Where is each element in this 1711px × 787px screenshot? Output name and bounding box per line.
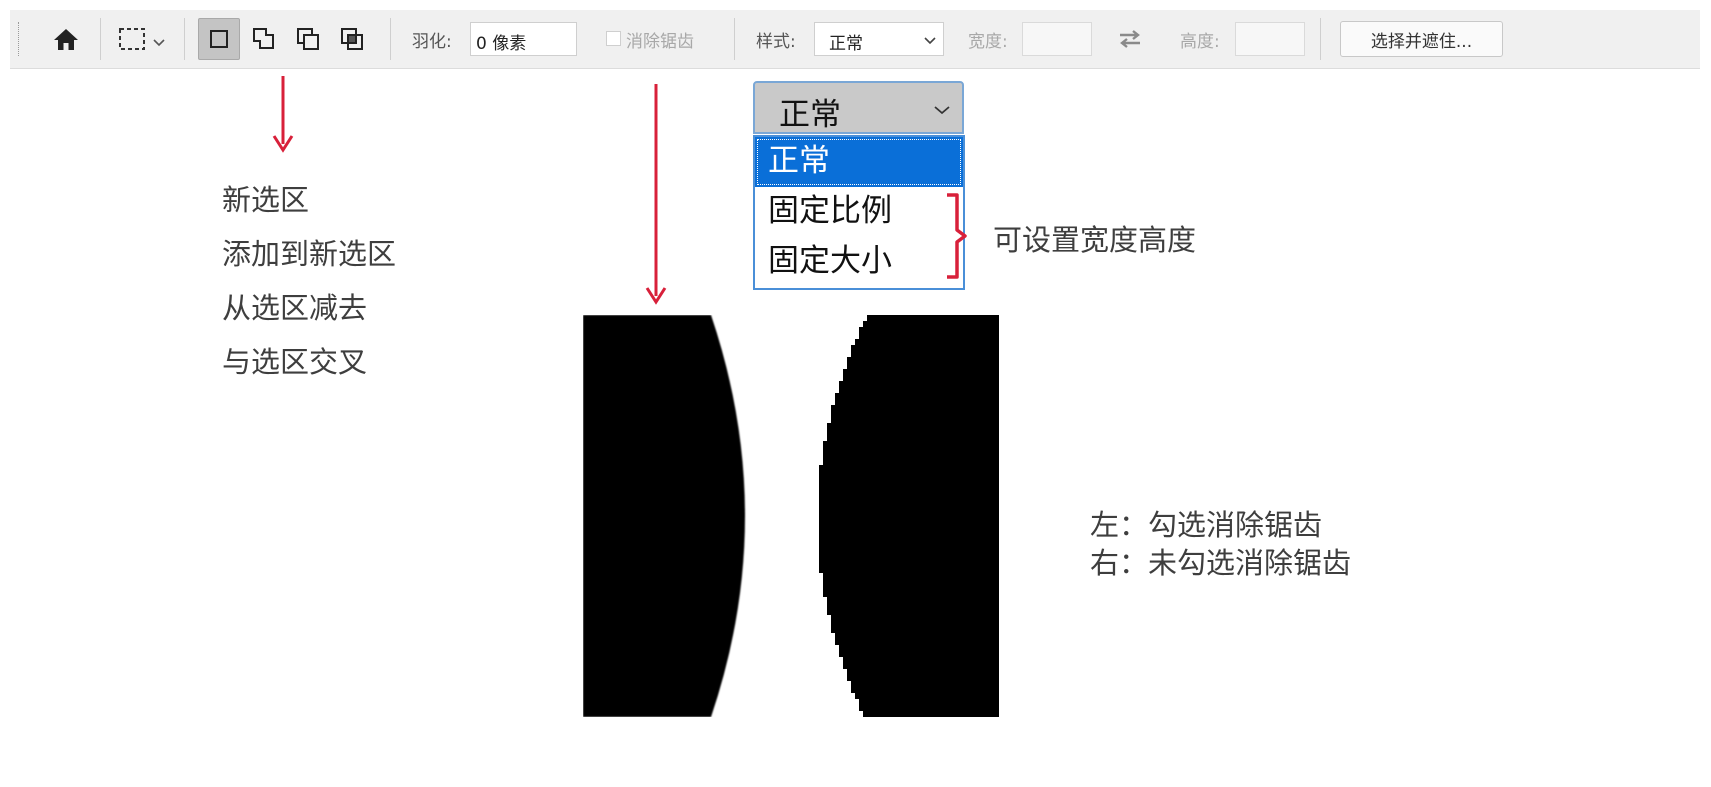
height-label: 高度: bbox=[1180, 32, 1220, 52]
chevron-down-icon bbox=[924, 37, 936, 45]
chevron-down-icon bbox=[153, 39, 165, 47]
toolbar-divider bbox=[100, 18, 101, 60]
antialias-comparison-image bbox=[583, 315, 999, 717]
style-dropdown-list: 正常 固定比例 固定大小 bbox=[753, 135, 965, 290]
annotation-intersect-selection: 与选区交叉 bbox=[222, 345, 368, 379]
annotation-new-selection: 新选区 bbox=[222, 183, 310, 217]
caption-left: 左：勾选消除锯齿 bbox=[1090, 508, 1323, 542]
style-option-fixed-ratio[interactable]: 固定比例 bbox=[755, 187, 963, 237]
feather-input[interactable]: 0 像素 bbox=[470, 22, 577, 56]
chevron-down-icon bbox=[934, 106, 950, 115]
style-select-value: 正常 bbox=[829, 34, 863, 54]
style-dropdown-value: 正常 bbox=[779, 97, 841, 133]
style-option-normal[interactable]: 正常 bbox=[755, 137, 963, 187]
style-select[interactable]: 正常 bbox=[814, 22, 944, 56]
new-selection-button[interactable] bbox=[198, 18, 240, 60]
add-to-selection-icon bbox=[253, 28, 274, 49]
arrow-to-modes bbox=[272, 76, 294, 153]
size-options-note: 可设置宽度高度 bbox=[993, 223, 1197, 257]
rect-marquee-icon bbox=[119, 28, 145, 50]
swap-width-height-button[interactable] bbox=[1112, 22, 1148, 56]
arrow-to-antialias-demo bbox=[645, 84, 667, 305]
new-selection-icon bbox=[210, 30, 228, 48]
feather-label: 羽化: bbox=[412, 32, 452, 52]
annotation-add-selection: 添加到新选区 bbox=[222, 237, 397, 271]
aliased-shape bbox=[819, 315, 999, 717]
select-and-mask-button[interactable]: 选择并遮住... bbox=[1340, 21, 1503, 57]
toolbar-divider bbox=[390, 18, 391, 60]
toolbar-divider bbox=[1320, 18, 1321, 60]
comparison-caption: 左：勾选消除锯齿 右：未勾选消除锯齿 bbox=[1090, 506, 1351, 582]
bracket-annotation bbox=[947, 193, 967, 279]
tool-preset-picker[interactable] bbox=[110, 20, 174, 58]
home-icon bbox=[54, 29, 78, 50]
style-option-fixed-size[interactable]: 固定大小 bbox=[755, 237, 963, 287]
width-label: 宽度: bbox=[968, 32, 1008, 52]
caption-right: 右：未勾选消除锯齿 bbox=[1090, 546, 1352, 580]
selection-mode-annotations: 新选区 添加到新选区 从选区减去 与选区交叉 bbox=[222, 178, 396, 394]
toolbar-divider bbox=[184, 18, 185, 60]
intersect-selection-button[interactable] bbox=[332, 20, 372, 58]
swap-arrows-icon bbox=[1120, 30, 1140, 48]
toolbar-grip[interactable] bbox=[18, 22, 21, 56]
style-dropdown-expanded[interactable]: 正常 bbox=[753, 81, 964, 134]
style-label: 样式: bbox=[756, 32, 796, 52]
height-input[interactable] bbox=[1235, 22, 1305, 56]
add-to-selection-button[interactable] bbox=[244, 20, 284, 58]
antialias-label: 消除锯齿 bbox=[626, 32, 694, 52]
intersect-selection-icon bbox=[341, 28, 363, 50]
annotation-subtract-selection: 从选区减去 bbox=[222, 291, 368, 325]
antialiased-shape bbox=[583, 315, 745, 717]
options-bar: 羽化: 0 像素 消除锯齿 样式: 正常 宽度: 高度: 选择并遮住... bbox=[10, 10, 1700, 69]
subtract-from-selection-icon bbox=[297, 28, 319, 50]
subtract-from-selection-button[interactable] bbox=[288, 20, 328, 58]
antialias-checkbox[interactable] bbox=[606, 31, 621, 46]
width-input[interactable] bbox=[1022, 22, 1092, 56]
home-button[interactable] bbox=[46, 20, 86, 58]
toolbar-divider bbox=[734, 18, 735, 60]
